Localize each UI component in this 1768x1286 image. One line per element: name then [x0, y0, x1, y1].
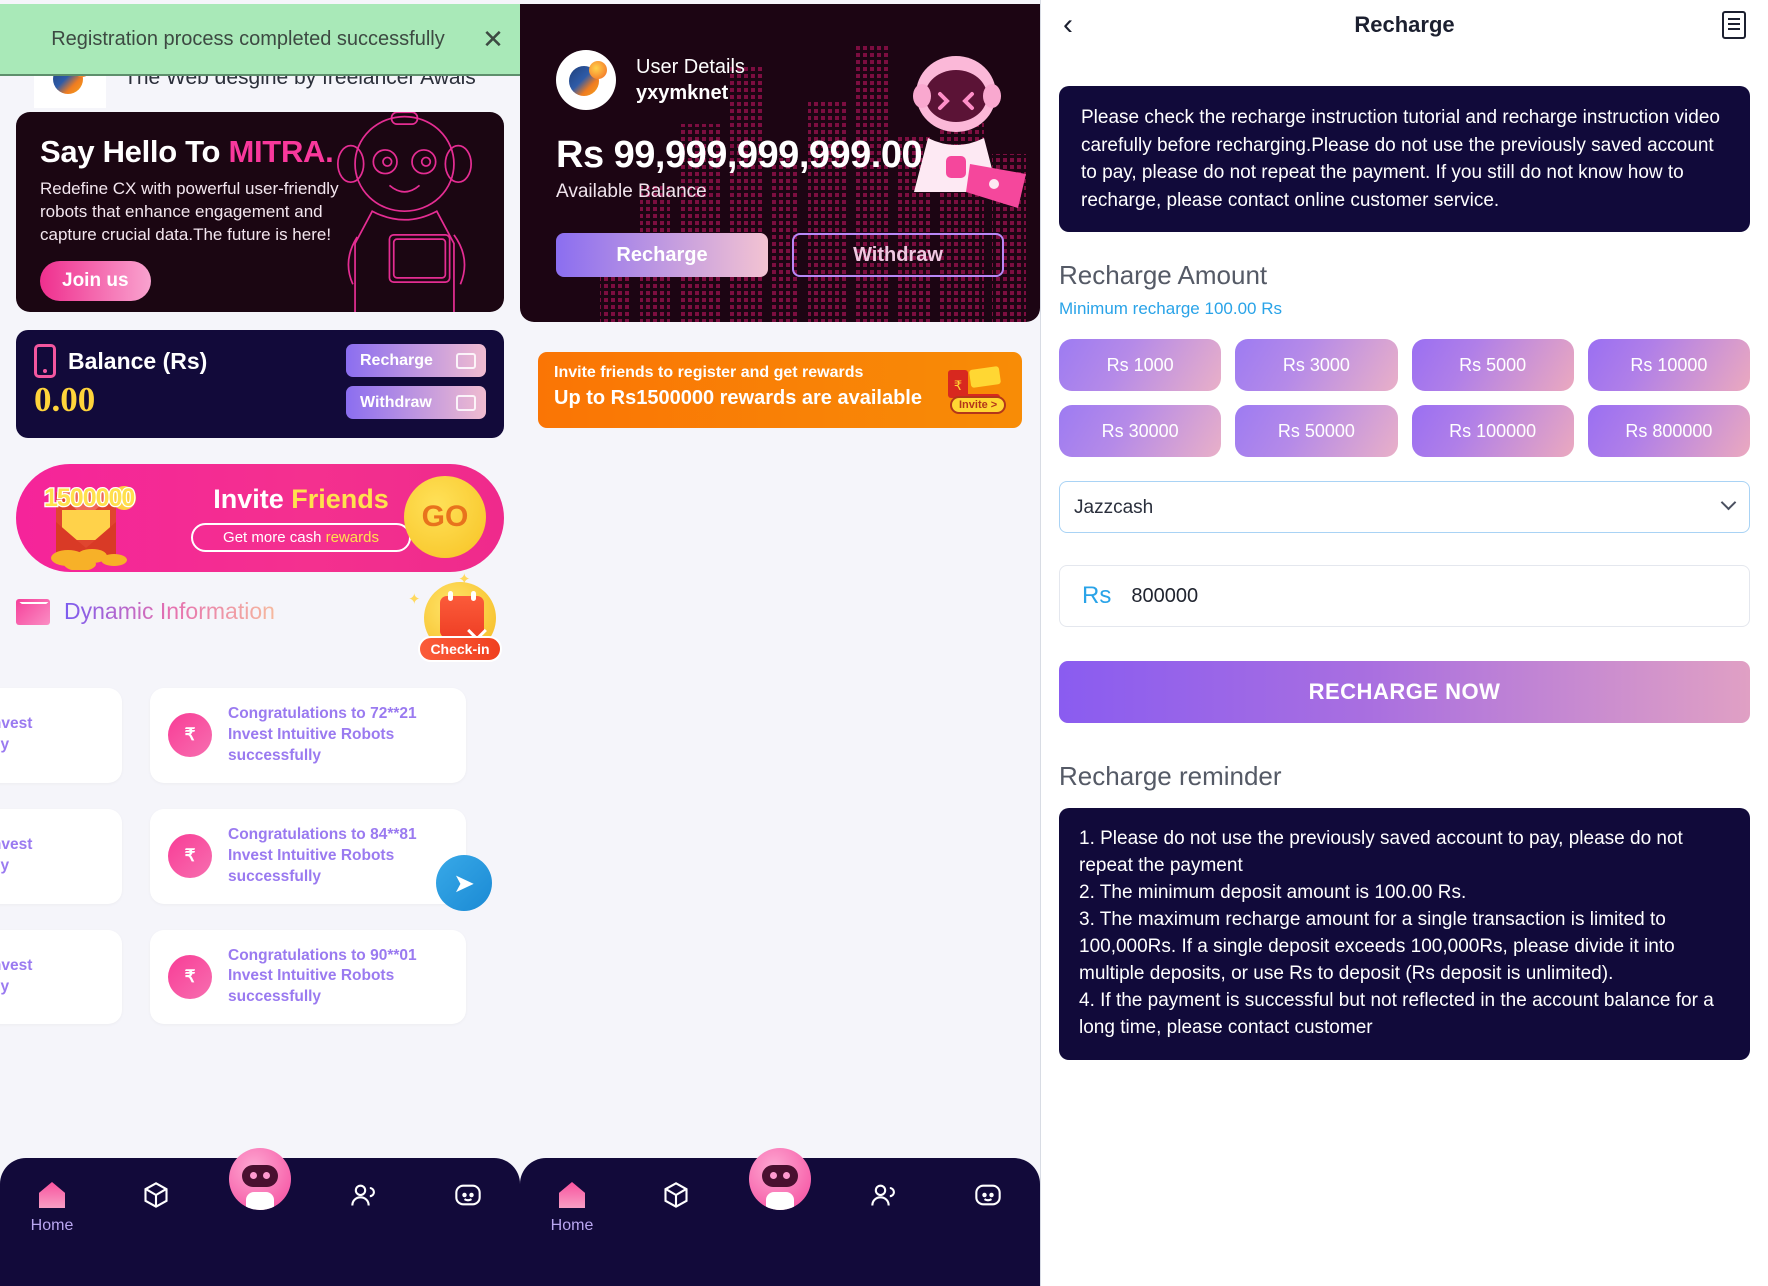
telegram-button[interactable]: ➤	[436, 855, 492, 911]
join-us-button[interactable]: Join us	[40, 260, 151, 301]
invite-title: Invite Friends	[213, 484, 389, 514]
quick-amount-10000[interactable]: Rs 10000	[1587, 339, 1750, 392]
wallet-icon	[168, 713, 212, 758]
quick-amount-800000[interactable]: Rs 800000	[1587, 405, 1750, 458]
dynamic-partial-text: *18 Invest ssfully	[0, 956, 33, 995]
avatar	[556, 50, 616, 110]
currency-prefix: Rs	[1082, 582, 1112, 610]
available-balance-amount: Rs 99,999,999,999.00	[556, 134, 923, 176]
quick-amount-5000[interactable]: Rs 5000	[1411, 339, 1574, 392]
success-toast: Registration process completed successfu…	[0, 4, 520, 76]
close-icon[interactable]: ✕	[466, 24, 520, 55]
assistant-robot-button[interactable]	[749, 1148, 811, 1210]
dynamic-text: Congratulations to 90**01 Invest Intuiti…	[228, 946, 417, 1006]
nav-item-team[interactable]	[312, 1180, 416, 1210]
nav-item-profile[interactable]	[936, 1180, 1040, 1210]
dynamic-text: Congratulations to 72**21 Invest Intuiti…	[228, 705, 417, 764]
check-in-button[interactable]: ✦ ✦ Check-in	[408, 571, 502, 662]
invite-go-button[interactable]: GO	[404, 476, 486, 558]
nav-item-home[interactable]: Home	[0, 1180, 104, 1235]
users-icon	[351, 1184, 375, 1206]
amount-input[interactable]	[1131, 584, 1727, 608]
document-icon[interactable]	[1722, 11, 1746, 39]
user-details-label: User Details	[636, 55, 745, 78]
phone-icon	[34, 344, 56, 378]
invite-subtitle: Get more cash rewards	[191, 523, 411, 552]
nav-item-products[interactable]	[104, 1180, 208, 1210]
amount-input-group[interactable]: Rs	[1059, 565, 1750, 628]
balance-label: Balance (Rs)	[68, 347, 208, 374]
middle-phone-panel: User Details yxymknet Rs 99,999,999,999.…	[520, 0, 1040, 1286]
cube-icon	[664, 1182, 688, 1208]
left-phone-panel: The Web desgine by freelancer Awais Say …	[0, 0, 520, 1286]
nav-item-products[interactable]	[624, 1180, 728, 1210]
payment-method-select[interactable]: Jazzcash Easypaisa Bank Transfer USDT	[1059, 481, 1750, 534]
smiley-icon	[455, 1184, 481, 1206]
home-icon	[559, 1182, 585, 1208]
robot-line-art-icon	[336, 112, 473, 312]
nav-item-profile[interactable]	[416, 1180, 520, 1210]
nav-item-team[interactable]	[832, 1180, 936, 1210]
invite-line-1: Invite friends to register and get rewar…	[554, 364, 864, 381]
recharge-panel: ‹ Recharge Please check the recharge ins…	[1040, 0, 1768, 1286]
dynamic-info-title: Dynamic Information	[64, 598, 275, 624]
app-screen: The Web desgine by freelancer Awais Say …	[0, 0, 1768, 1286]
invite-rewards-banner[interactable]: Invite friends to register and get rewar…	[538, 352, 1022, 428]
invite-line-2: Up to Rs1500000 rewards are available	[554, 387, 922, 409]
list-item[interactable]: *65 Invest ssfully Congratulations to 72…	[0, 688, 520, 783]
user-details-card: User Details yxymknet Rs 99,999,999,999.…	[520, 4, 1040, 322]
withdraw-button[interactable]: Withdraw	[792, 233, 1004, 277]
username: yxymknet	[636, 81, 729, 104]
quick-amount-50000[interactable]: Rs 50000	[1235, 405, 1398, 458]
wallet-icon	[456, 394, 476, 411]
smiley-icon	[975, 1184, 1001, 1206]
balance-card: Balance (Rs) 0.00 Recharge Withdraw	[16, 330, 504, 438]
invite-badge: Invite >	[950, 396, 1007, 414]
dynamic-text: Congratulations to 84**81 Invest Intuiti…	[228, 825, 417, 885]
dynamic-info-header: Dynamic Information	[16, 598, 275, 625]
recharge-button[interactable]: Recharge	[346, 344, 486, 377]
available-balance-label: Available Balance	[556, 181, 707, 202]
check-in-label: Check-in	[418, 636, 502, 662]
nav-label-home: Home	[550, 1217, 594, 1234]
assistant-robot-button[interactable]	[229, 1148, 291, 1210]
quick-amount-grid: Rs 1000 Rs 3000 Rs 5000 Rs 10000 Rs 3000…	[1059, 339, 1750, 458]
recharge-now-button[interactable]: RECHARGE NOW	[1059, 661, 1750, 724]
svg-text:₹: ₹	[954, 378, 962, 393]
recharge-amount-heading: Recharge Amount	[1059, 260, 1268, 291]
recharge-notice: Please check the recharge instruction tu…	[1059, 86, 1750, 233]
recharge-button[interactable]: Recharge	[556, 233, 768, 277]
quick-amount-100000[interactable]: Rs 100000	[1411, 405, 1574, 458]
mitra-banner: Say Hello To MITRA. Redefine CX with pow…	[16, 112, 504, 312]
home-icon	[39, 1182, 65, 1208]
globe-sun-icon	[565, 59, 607, 101]
quick-amount-3000[interactable]: Rs 3000	[1235, 339, 1398, 392]
minimum-recharge-note: Minimum recharge 100.00 Rs	[1059, 299, 1282, 319]
users-icon	[871, 1184, 895, 1206]
invite-ticket-icon: ₹ Invite >	[944, 364, 1010, 416]
page-title: Recharge	[1354, 12, 1455, 37]
recharge-reminder-body: 1. Please do not use the previously save…	[1059, 808, 1750, 1060]
back-button[interactable]: ‹	[1063, 10, 1073, 40]
recharge-reminder-title: Recharge reminder	[1059, 761, 1282, 792]
toast-message: Registration process completed successfu…	[51, 27, 445, 50]
nav-item-home[interactable]: Home	[520, 1180, 624, 1235]
wallet-icon	[168, 834, 212, 879]
wallet-icon	[168, 954, 212, 999]
nav-label-home: Home	[30, 1217, 74, 1234]
list-item[interactable]: *18 Invest ssfully Congratulations to 90…	[0, 929, 520, 1025]
card-icon	[456, 352, 476, 369]
cube-icon	[144, 1182, 168, 1208]
quick-amount-30000[interactable]: Rs 30000	[1059, 405, 1222, 458]
mail-icon	[16, 598, 50, 625]
invite-friends-banner[interactable]: 1500000 Invite Friends Get more cash rew…	[16, 464, 504, 572]
dynamic-partial-text: *65 Invest ssfully	[0, 715, 33, 754]
dynamic-partial-text: *25 Invest ssfully	[0, 836, 33, 875]
invite-amount: 1500000	[43, 483, 137, 514]
withdraw-button[interactable]: Withdraw	[346, 386, 486, 419]
recharge-header: ‹ Recharge	[1041, 0, 1768, 50]
quick-amount-1000[interactable]: Rs 1000	[1059, 339, 1222, 392]
